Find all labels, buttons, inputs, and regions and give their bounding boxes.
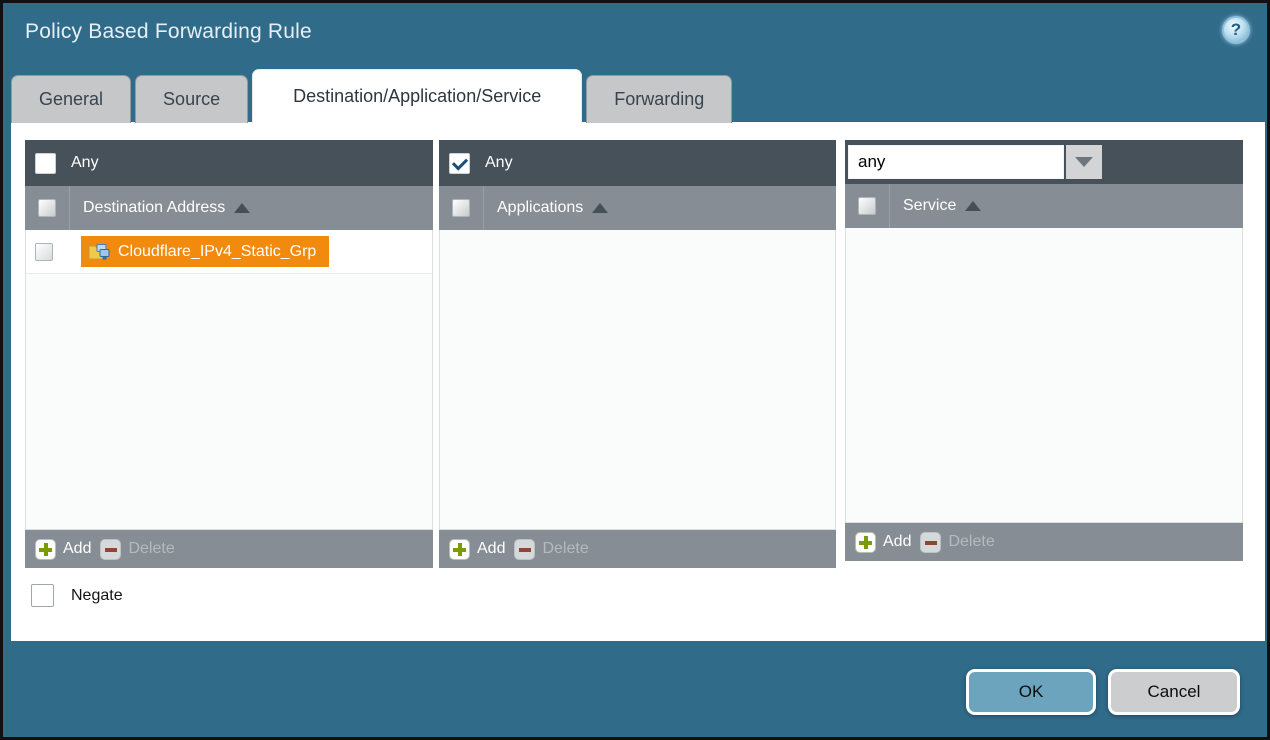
destination-header-row: Destination Address	[25, 186, 433, 230]
applications-any-checkbox[interactable]	[449, 153, 470, 174]
service-column-header[interactable]: Service	[889, 184, 1243, 228]
sort-ascending-icon[interactable]	[592, 203, 608, 213]
address-group-name: Cloudflare_IPv4_Static_Grp	[118, 243, 316, 261]
cancel-button[interactable]: Cancel	[1108, 669, 1240, 715]
service-delete-button[interactable]: Delete	[920, 532, 994, 553]
destination-address-list: Cloudflare_IPv4_Static_Grp	[25, 230, 433, 530]
destination-select-all-checkbox[interactable]	[38, 199, 56, 217]
applications-header-label: Applications	[497, 199, 583, 217]
destination-header-label: Destination Address	[83, 199, 225, 217]
applications-any-row: Any	[439, 140, 836, 186]
destination-address-row[interactable]: Cloudflare_IPv4_Static_Grp	[26, 230, 432, 274]
tab-source[interactable]: Source	[135, 75, 248, 123]
destination-delete-button[interactable]: Delete	[100, 539, 174, 560]
applications-column-header[interactable]: Applications	[483, 186, 836, 230]
applications-delete-button[interactable]: Delete	[514, 539, 588, 560]
service-dropdown-row	[845, 140, 1243, 184]
delete-icon	[514, 539, 535, 560]
applications-any-label: Any	[485, 154, 513, 172]
service-dropdown-input[interactable]	[848, 145, 1064, 179]
destination-add-button[interactable]: Add	[35, 539, 91, 560]
destination-column-header[interactable]: Destination Address	[69, 186, 433, 230]
service-header-row: Service	[845, 184, 1243, 228]
chevron-down-icon	[1075, 157, 1093, 167]
service-footer-bar: Add Delete	[845, 523, 1243, 561]
negate-label: Negate	[71, 587, 123, 605]
sort-ascending-icon[interactable]	[965, 201, 981, 211]
selected-address-group-badge[interactable]: Cloudflare_IPv4_Static_Grp	[81, 236, 329, 267]
tab-bar: General Source Destination/Application/S…	[11, 69, 732, 123]
service-list	[845, 228, 1243, 523]
help-icon[interactable]: ?	[1222, 16, 1250, 44]
delete-icon	[100, 539, 121, 560]
destination-footer-bar: Add Delete	[25, 530, 433, 568]
applications-footer-bar: Add Delete	[439, 530, 836, 568]
tab-content-panel: Any Destination Address	[11, 122, 1265, 641]
destination-address-column: Any Destination Address	[25, 140, 433, 568]
service-add-button[interactable]: Add	[855, 532, 911, 553]
sort-ascending-icon[interactable]	[234, 203, 250, 213]
applications-add-button[interactable]: Add	[449, 539, 505, 560]
add-icon	[35, 539, 56, 560]
add-icon	[449, 539, 470, 560]
service-header-label: Service	[903, 197, 956, 215]
service-dropdown-button[interactable]	[1066, 145, 1102, 179]
service-select-all-checkbox[interactable]	[858, 197, 876, 215]
applications-select-all-checkbox[interactable]	[452, 199, 470, 217]
destination-row-checkbox[interactable]	[35, 243, 53, 261]
dialog-title: Policy Based Forwarding Rule	[25, 20, 312, 44]
add-icon	[855, 532, 876, 553]
applications-list	[439, 230, 836, 530]
applications-header-row: Applications	[439, 186, 836, 230]
negate-row: Negate	[31, 584, 123, 607]
delete-icon	[920, 532, 941, 553]
tab-destination-application-service[interactable]: Destination/Application/Service	[252, 69, 582, 123]
tab-forwarding[interactable]: Forwarding	[586, 75, 732, 123]
service-column: Service Add Delete	[845, 140, 1243, 561]
negate-checkbox[interactable]	[31, 584, 54, 607]
ok-button[interactable]: OK	[966, 669, 1096, 715]
destination-any-checkbox[interactable]	[35, 153, 56, 174]
destination-any-row: Any	[25, 140, 433, 186]
policy-based-forwarding-dialog: Policy Based Forwarding Rule ? General S…	[0, 0, 1270, 740]
tab-general[interactable]: General	[11, 75, 131, 123]
address-group-icon	[88, 242, 110, 261]
destination-any-label: Any	[71, 154, 99, 172]
applications-column: Any Applications Add Delete	[439, 140, 836, 568]
